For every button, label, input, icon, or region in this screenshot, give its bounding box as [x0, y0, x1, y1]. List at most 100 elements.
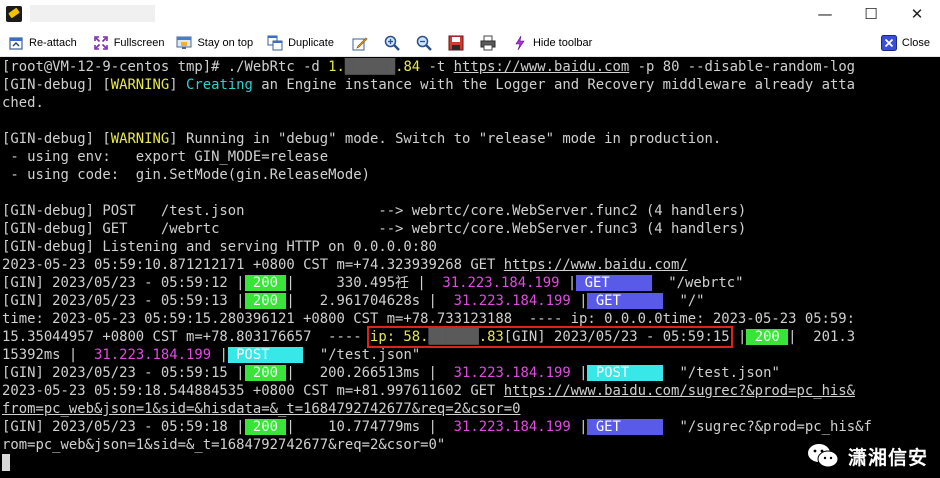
terminal-segment: ██████: [428, 329, 479, 345]
terminal-segment: [GIN] 2023/05/23 - 05:59:12 |: [2, 275, 245, 291]
terminal-segment: WARNING: [110, 77, 170, 93]
hide-toolbar-label: Hide toolbar: [532, 36, 593, 49]
terminal-segment: 2023-05-23 05:59:18.544884535 +0800 CST …: [2, 383, 504, 399]
terminal-segment: from=pc_web&json=1&sid=&hisdata=&_t=1684…: [2, 401, 521, 417]
terminal-segment: 31.223.184.199: [453, 419, 571, 435]
terminal-segment: 31.223.184.199: [453, 365, 571, 381]
terminal-segment: |: [211, 347, 228, 363]
terminal-segment: 31.223.184.199: [442, 275, 560, 291]
terminal-segment: ched.: [2, 95, 44, 111]
terminal-segment: [GIN] 2023/05/23 - 05:59:15 |: [2, 365, 245, 381]
terminal-line: 2023-05-23 05:59:18.544884535 +0800 CST …: [2, 382, 940, 400]
terminal-segment: | 200.266513ms |: [286, 365, 454, 381]
terminal-segment: [GIN] 2023/05/23 - 05:59:13 |: [2, 293, 245, 309]
terminal-segment: |: [570, 293, 588, 309]
terminal-segment: - using env: export GIN_MODE=release: [2, 149, 329, 165]
window-close-button[interactable]: ✕: [894, 0, 940, 28]
terminal-segment: | 10.774779ms |: [286, 419, 454, 435]
terminal-line: 2023-05-23 05:59:10.871212171 +0800 CST …: [2, 256, 940, 274]
terminal-segment: GET: [587, 293, 663, 309]
terminal-segment: an Engine instance with the Logger and R…: [252, 77, 856, 93]
print-button[interactable]: [474, 31, 502, 55]
reattach-icon: [8, 35, 24, 51]
terminal-line: rom=pc_web&json=1&sid=&_t=1684792742677&…: [2, 436, 940, 454]
terminal-line: from=pc_web&json=1&sid=&hisdata=&_t=1684…: [2, 400, 940, 418]
edit-button[interactable]: [346, 31, 374, 55]
terminal-output[interactable]: [root@VM-12-9-centos tmp]# ./WebRtc -d 1…: [0, 57, 940, 478]
print-icon: [480, 35, 496, 51]
toolbar: Re-attach Fullscreen Stay on top Duplica…: [0, 29, 940, 57]
terminal-segment: 31.223.184.199: [94, 347, 212, 363]
prompt-line: [2, 454, 940, 472]
terminal-line: [GIN] 2023/05/23 - 05:59:18 | 200 | 10.7…: [2, 418, 940, 436]
terminal-line: [GIN-debug] GET /webrtc --> webrtc/core.…: [2, 220, 940, 238]
duplicate-button[interactable]: Duplicate: [263, 31, 338, 55]
terminal-line: [GIN] 2023/05/23 - 05:59:15 | 200 | 200.…: [2, 364, 940, 382]
terminal-segment: 200: [746, 329, 789, 345]
terminal-segment: -t: [420, 59, 454, 75]
terminal-line: - using env: export GIN_MODE=release: [2, 148, 940, 166]
terminal-segment: 1.: [328, 59, 345, 75]
terminal-line: ched.: [2, 94, 940, 112]
terminal-line: [GIN-debug] Listening and serving HTTP o…: [2, 238, 940, 256]
wechat-icon: [806, 442, 840, 470]
terminal-segment: [GIN-debug] Listening and serving HTTP o…: [2, 239, 437, 255]
terminal-segment: "/sugrec?&prod=pc_his&f: [662, 419, 872, 435]
terminal-segment: |: [729, 329, 747, 345]
close-label: Close: [901, 37, 930, 49]
window-title-redacted: [30, 5, 155, 22]
terminal-cursor: [2, 454, 10, 471]
terminal-line: [GIN-debug] [WARNING] Creating an Engine…: [2, 76, 940, 94]
terminal-segment: https://www.baidu.com/: [503, 257, 688, 273]
highlighted-ip-box: ip: 58.██████.83[GIN] 2023/05/23 - 05:59…: [366, 326, 733, 348]
fullscreen-button[interactable]: Fullscreen: [89, 31, 169, 55]
terminal-segment: ]: [169, 77, 186, 93]
fullscreen-label: Fullscreen: [113, 36, 165, 49]
terminal-segment: -p 80 --disable-random-log: [629, 59, 856, 75]
watermark: 潇湘信安: [806, 442, 928, 470]
terminal-segment: |: [559, 275, 577, 291]
terminal-segment: [root@VM-12-9-centos tmp]# ./WebRtc -d: [2, 59, 329, 75]
terminal-segment: Creating: [186, 77, 253, 93]
terminal-segment: | 330.495祍 |: [286, 275, 443, 291]
edit-icon: [352, 35, 368, 51]
zoom-in-icon: [384, 35, 400, 51]
close-button[interactable]: Close: [877, 31, 934, 55]
save-button[interactable]: [442, 31, 470, 55]
terminal-segment: ip: 58.: [369, 329, 429, 345]
stay-on-top-button[interactable]: Stay on top: [172, 31, 257, 55]
terminal-segment: .84: [395, 59, 421, 75]
terminal-segment: "/test.json": [303, 347, 421, 363]
terminal-line: - using code: gin.SetMode(gin.ReleaseMod…: [2, 166, 940, 184]
terminal-line: time: 2023-05-23 05:59:15.280396121 +080…: [2, 310, 940, 328]
terminal-segment: | 201.3: [788, 329, 856, 345]
duplicate-icon: [267, 35, 283, 51]
terminal-segment: ██████: [344, 59, 396, 75]
terminal-segment: POST: [587, 365, 663, 381]
terminal-segment: rom=pc_web&json=1&sid=&_t=1684792742677&…: [2, 437, 446, 453]
terminal-segment: POST: [227, 347, 304, 363]
terminal-segment: 15.35044957 +0800 CST m=+78.803176657 --…: [2, 329, 370, 345]
hide-toolbar-button[interactable]: Hide toolbar: [508, 31, 596, 55]
maximize-button[interactable]: ☐: [848, 0, 894, 28]
terminal-line: [GIN] 2023/05/23 - 05:59:13 | 200 | 2.96…: [2, 292, 940, 310]
terminal-segment: GET: [587, 419, 663, 435]
terminal-segment: https://www.baidu.com/sugrec?&prod=pc_hi…: [503, 383, 856, 399]
terminal-segment: [GIN-debug] POST /test.json --> webrtc/c…: [2, 203, 747, 219]
fullscreen-icon: [93, 35, 109, 51]
watermark-text: 潇湘信安: [847, 446, 928, 469]
zoom-in-button[interactable]: [378, 31, 406, 55]
zoom-out-button[interactable]: [410, 31, 438, 55]
window-controls: — ☐ ✕: [802, 0, 940, 28]
terminal-segment: 31.223.184.199: [453, 293, 571, 309]
app-icon: [6, 6, 22, 22]
terminal-segment: WARNING: [110, 131, 170, 147]
minimize-button[interactable]: —: [802, 0, 848, 28]
terminal-line: 15392ms | 31.223.184.199 | POST "/test.j…: [2, 346, 940, 364]
terminal-segment: [GIN-debug] [: [2, 77, 111, 93]
terminal-segment: "/webrtc": [651, 275, 744, 291]
reattach-button[interactable]: Re-attach: [4, 31, 81, 55]
zoom-out-icon: [416, 35, 432, 51]
